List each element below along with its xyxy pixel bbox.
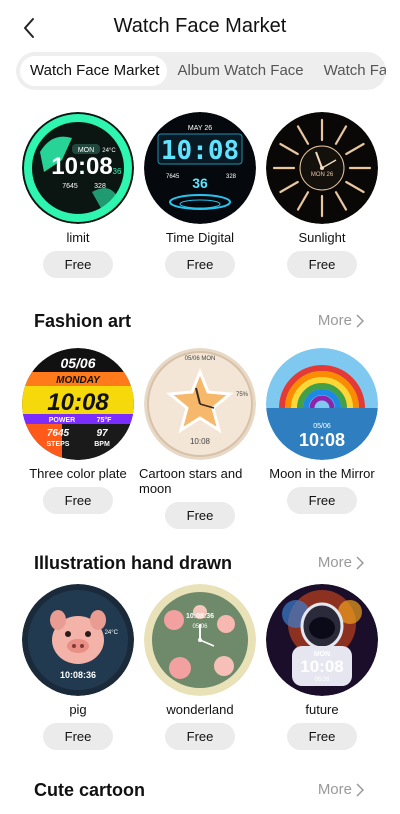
free-button[interactable]: Free: [43, 487, 113, 514]
watch-face-name: Three color plate: [29, 466, 127, 481]
free-button[interactable]: Free: [287, 723, 357, 750]
svg-text:10:08: 10:08: [299, 430, 345, 450]
svg-text:MAY 26: MAY 26: [188, 125, 212, 132]
tab-bar: Watch Face Market Album Watch Face Watch…: [16, 52, 386, 90]
svg-text:328: 328: [226, 174, 237, 180]
tab-watch-face-custom[interactable]: Watch Face Custom: [314, 56, 386, 86]
watch-face-name: future: [305, 702, 339, 717]
tab-album-watch-face[interactable]: Album Watch Face: [167, 56, 313, 86]
watch-face-card[interactable]: MON 10:08 05/26 future Free: [261, 584, 383, 750]
more-link[interactable]: More: [318, 554, 364, 571]
watch-face-pig[interactable]: 24°C 10:08:36: [22, 584, 134, 696]
svg-text:10:08: 10:08: [51, 153, 112, 180]
svg-text:05/26: 05/26: [314, 677, 330, 683]
section-title: Fashion art: [34, 311, 132, 331]
free-button[interactable]: Free: [43, 723, 113, 750]
free-button[interactable]: Free: [165, 723, 235, 750]
more-label: More: [317, 312, 352, 329]
more-label: More: [317, 554, 352, 571]
chevron-right-icon: [356, 782, 364, 797]
tab-watch-face-market[interactable]: Watch Face Market: [20, 56, 168, 86]
svg-text:36: 36: [113, 167, 122, 176]
free-button[interactable]: Free: [287, 251, 357, 278]
svg-text:24°C: 24°C: [105, 630, 119, 636]
svg-text:10:08: 10:08: [190, 437, 211, 446]
header: Watch Face Market: [0, 0, 400, 54]
watch-face-name: pig: [69, 702, 87, 717]
svg-text:MON 26: MON 26: [311, 172, 334, 178]
free-button[interactable]: Free: [43, 251, 113, 278]
svg-text:7645: 7645: [47, 428, 70, 439]
watch-face-name: Time Digital: [165, 230, 235, 245]
more-label: More: [317, 781, 352, 798]
svg-text:328: 328: [94, 183, 106, 190]
svg-text:STEPS: STEPS: [47, 441, 70, 448]
watch-face-card[interactable]: MON 24°C 10:08 36 7645 328 limit Free: [17, 112, 139, 278]
watch-face-future[interactable]: MON 10:08 05/26: [266, 584, 378, 696]
watch-face-card[interactable]: 05/06 10:08 Moon in the Mirror Free: [261, 348, 383, 514]
watch-face-limit[interactable]: MON 24°C 10:08 36 7645 328: [22, 112, 134, 224]
chevron-right-icon: [356, 555, 364, 570]
page-title: Watch Face Market: [113, 15, 287, 37]
watch-face-card[interactable]: 24°C 10:08:36 pig Free: [17, 584, 139, 750]
svg-text:75%: 75%: [236, 392, 249, 398]
svg-text:7645: 7645: [166, 174, 180, 180]
svg-text:MONDAY: MONDAY: [56, 375, 101, 386]
svg-text:POWER: POWER: [49, 417, 75, 424]
svg-text:BPM: BPM: [94, 441, 110, 448]
svg-text:7645: 7645: [62, 183, 78, 190]
svg-text:10:08:36: 10:08:36: [186, 613, 214, 620]
watch-face-name: wonderland: [166, 702, 234, 717]
free-button[interactable]: Free: [165, 251, 235, 278]
watch-face-wonderland[interactable]: 10:08:36 05/06: [144, 584, 256, 696]
watch-face-cartoon-stars-moon[interactable]: 05/06 MON 75% 10:08: [144, 348, 256, 460]
section-title: Illustration hand drawn: [34, 553, 233, 573]
svg-text:10:08: 10:08: [47, 389, 109, 416]
svg-text:97: 97: [96, 428, 108, 439]
svg-text:75°F: 75°F: [97, 416, 113, 424]
watch-face-name: Moon in the Mirror: [269, 466, 375, 481]
watch-face-time-digital[interactable]: MAY 26 10:08 7645 36 328: [144, 112, 256, 224]
section-title: Cute cartoon: [34, 780, 146, 800]
svg-text:05/06 MON: 05/06 MON: [185, 356, 216, 362]
watch-face-name: Cartoon stars and moon: [139, 466, 243, 496]
watch-face-card[interactable]: 10:08:36 05/06 wonderland Free: [139, 584, 261, 750]
watch-face-name: limit: [66, 230, 90, 245]
svg-text:10:08: 10:08: [300, 657, 343, 676]
chevron-right-icon: [356, 313, 364, 328]
watch-face-three-color-plate[interactable]: 05/06 MONDAY 10:08 POWER 75°F 7645 97 ST…: [22, 348, 134, 460]
watch-face-card[interactable]: 05/06 MONDAY 10:08 POWER 75°F 7645 97 ST…: [17, 348, 139, 514]
watch-face-card[interactable]: 05/06 MON 75% 10:08 Cartoon stars and mo…: [139, 348, 261, 529]
more-link[interactable]: More: [318, 312, 364, 329]
watch-face-moon-in-mirror[interactable]: 05/06 10:08: [266, 348, 378, 460]
svg-text:05/06: 05/06: [313, 423, 331, 430]
watch-face-sunlight[interactable]: MON 26: [266, 112, 378, 224]
watch-face-card[interactable]: MON 26 Sunlight Free: [261, 112, 383, 278]
svg-text:10:08: 10:08: [161, 136, 239, 166]
more-link[interactable]: More: [318, 781, 364, 798]
watch-face-name: Sunlight: [298, 230, 346, 245]
svg-text:05/06: 05/06: [60, 355, 95, 371]
free-button[interactable]: Free: [165, 502, 235, 529]
free-button[interactable]: Free: [287, 487, 357, 514]
svg-text:10:08:36: 10:08:36: [60, 670, 96, 680]
svg-text:36: 36: [192, 175, 208, 191]
watch-face-card[interactable]: MAY 26 10:08 7645 36 328 Time Digital Fr…: [139, 112, 261, 278]
